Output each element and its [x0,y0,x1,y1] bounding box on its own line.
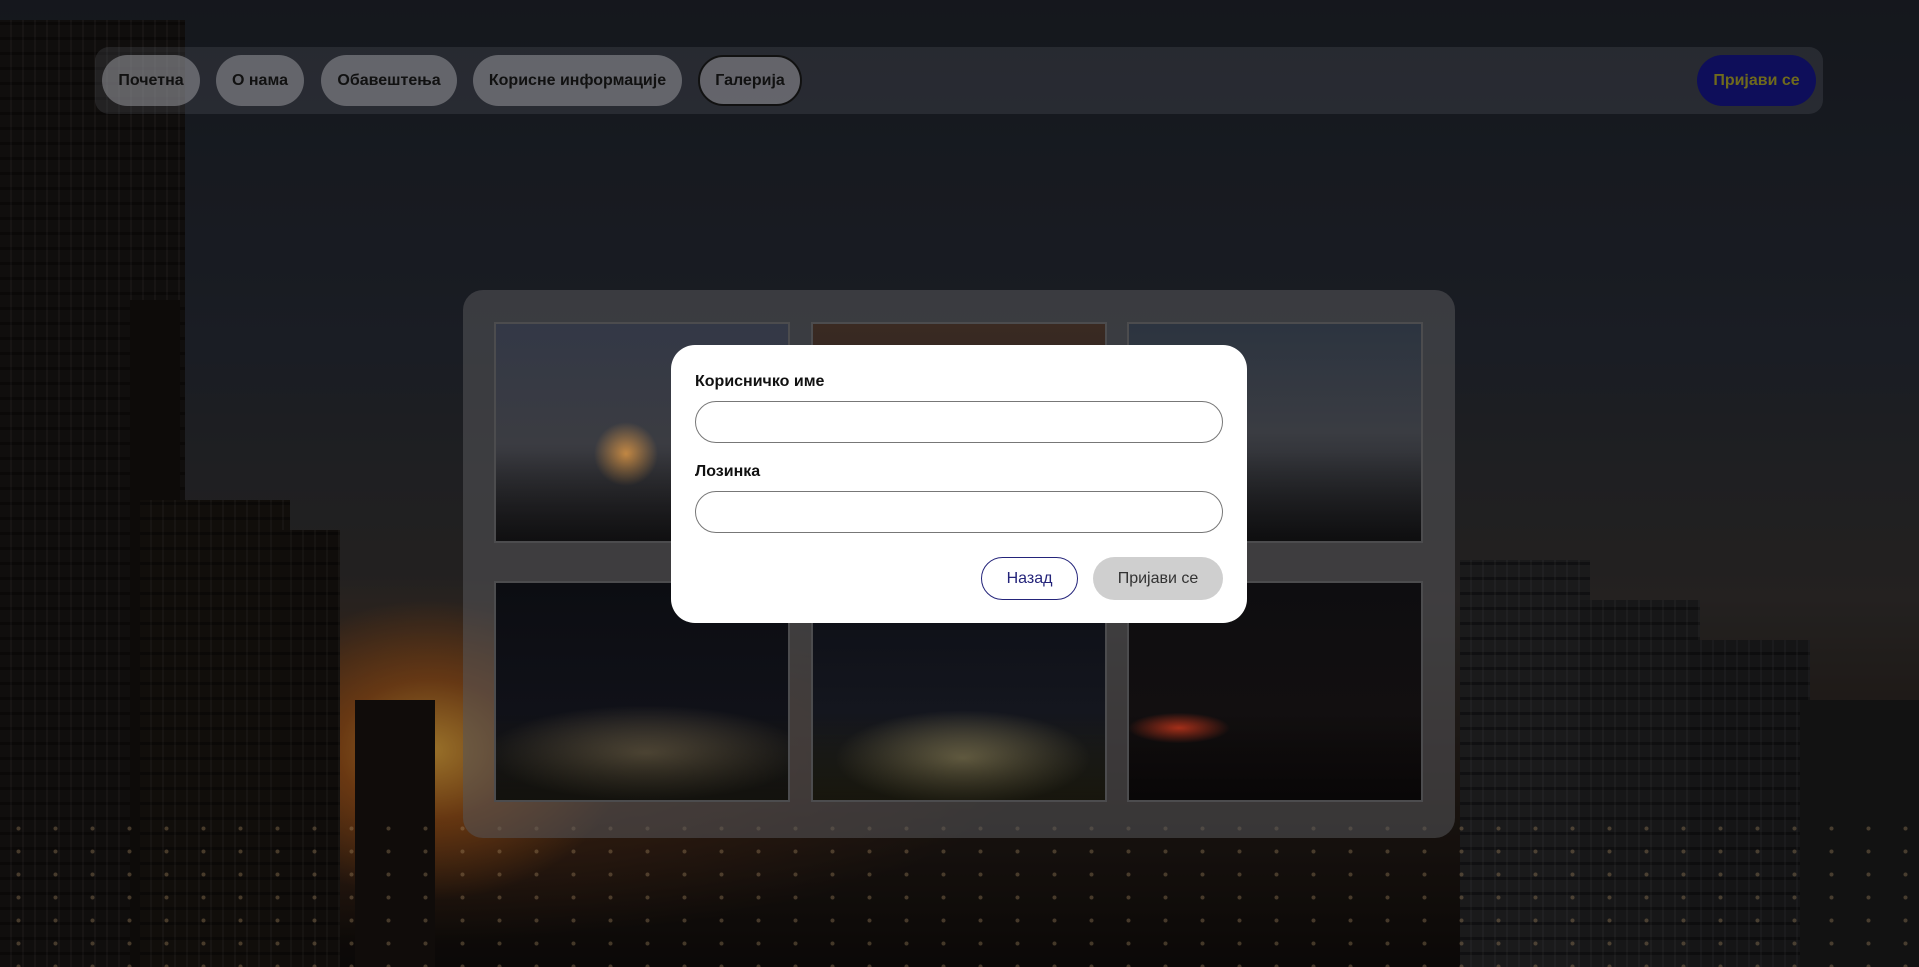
nav-item-useful-info[interactable]: Корисне информације [473,55,682,106]
nav-item-announcements[interactable]: Обавештења [321,55,457,106]
photo-shade [1129,710,1421,800]
nav-login-button[interactable]: Пријави се [1697,55,1816,106]
username-label: Корисничко име [695,373,825,390]
username-input[interactable] [695,401,1223,443]
photo-shade [813,710,1105,800]
nav-item-gallery[interactable]: Галерија [698,55,802,106]
nav-item-about[interactable]: О нама [216,55,304,106]
login-submit-button[interactable]: Пријави се [1093,557,1223,600]
login-modal: Корисничко име Лозинка Назад Пријави се [671,345,1247,623]
nav-item-home[interactable]: Почетна [102,55,200,106]
photo-shade [496,710,788,800]
password-input[interactable] [695,491,1223,533]
top-navigation: Почетна О нама Обавештења Корисне информ… [95,47,1823,114]
back-button[interactable]: Назад [981,557,1078,600]
password-label: Лозинка [695,463,761,480]
